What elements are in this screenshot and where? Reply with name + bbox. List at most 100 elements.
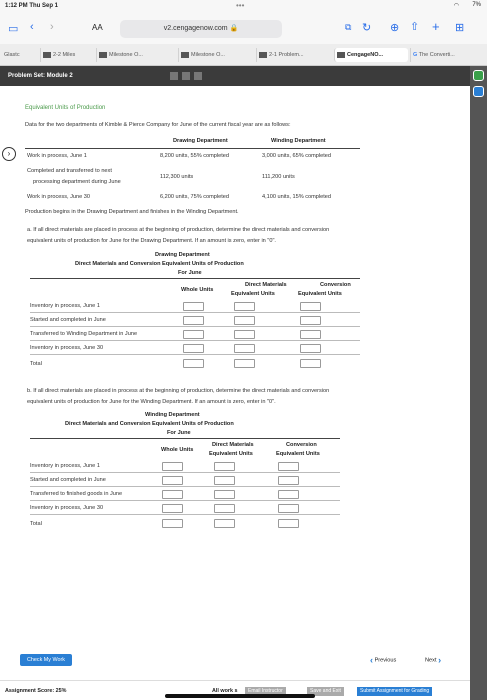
- b-dm-eu-input[interactable]: [214, 504, 235, 513]
- row-value: 111,200 units: [262, 174, 295, 180]
- assignment-score: Assignment Score: 25%: [5, 688, 67, 694]
- tab-cengagenow[interactable]: CengageNO...: [334, 48, 408, 62]
- tab-converter[interactable]: G The Converti...: [410, 48, 484, 62]
- previous-button[interactable]: ‹ Previous: [370, 655, 396, 665]
- help-icon[interactable]: [473, 86, 484, 97]
- divider: [30, 354, 360, 355]
- a-dm-eu-input[interactable]: [234, 302, 255, 311]
- next-button[interactable]: Next ›: [425, 655, 441, 665]
- part-a-question: a. If all direct materials are placed in…: [27, 227, 330, 233]
- b-whole-units-input[interactable]: [162, 490, 183, 499]
- new-tab-icon[interactable]: +: [432, 19, 440, 34]
- row-label-total: Total: [30, 521, 42, 527]
- a-conv-eu-input[interactable]: [300, 330, 321, 339]
- b-dm-eu-input[interactable]: [214, 490, 235, 499]
- a-conv-eu-input[interactable]: [300, 302, 321, 311]
- url-bar[interactable]: v2.cengagenow.com 🔒: [120, 20, 282, 38]
- browser-toolbar: ▭ ‹ › AA v2.cengagenow.com 🔒 ⧉ ↻ ⊕ ⇧ + ⊞: [0, 14, 487, 44]
- row-value: 4,100 units, 15% completed: [262, 194, 332, 200]
- col-winding: Winding Department: [271, 138, 326, 144]
- download-icon[interactable]: ⊕: [390, 21, 399, 34]
- b-conv-eu-input[interactable]: [278, 476, 299, 485]
- header-conv: Conversion: [286, 442, 317, 448]
- a-whole-units-input[interactable]: [183, 316, 204, 325]
- b-dm-eu-total-input[interactable]: [214, 519, 235, 528]
- a-conv-eu-input[interactable]: [300, 344, 321, 353]
- home-indicator: [165, 694, 315, 698]
- part-a-question-2: equivalent units of production for June …: [27, 238, 276, 244]
- divider: [30, 326, 360, 327]
- b-conv-eu-input[interactable]: [278, 490, 299, 499]
- reload-icon[interactable]: ↻: [362, 21, 371, 34]
- submit-assignment-button[interactable]: Submit Assignment for Grading: [357, 687, 433, 696]
- a-whole-units-total-input[interactable]: [183, 359, 204, 368]
- menu-icon[interactable]: [170, 72, 178, 80]
- tab-2-2-miles[interactable]: 2-2 Miles: [40, 48, 96, 62]
- back-icon[interactable]: ‹: [30, 21, 34, 33]
- tab-milestone-2[interactable]: Milestone O...: [178, 48, 256, 62]
- divider: [30, 486, 340, 487]
- b-conv-eu-total-input[interactable]: [278, 519, 299, 528]
- multitask-dots[interactable]: •••: [236, 1, 244, 10]
- row-label-total: Total: [30, 361, 42, 367]
- b-whole-units-input[interactable]: [162, 504, 183, 513]
- part-b-question: b. If all direct materials are placed in…: [27, 388, 330, 394]
- sidebar-icon[interactable]: ▭: [8, 22, 18, 35]
- tab-overview-icon[interactable]: ⊞: [455, 21, 464, 34]
- header-dm: Direct Materials: [212, 442, 254, 448]
- right-sidebar: [470, 66, 487, 700]
- a-conv-eu-total-input[interactable]: [300, 359, 321, 368]
- chevron-left-icon: ‹: [370, 655, 373, 665]
- tab-strip: Glastc 2-2 Miles Milestone O... Mileston…: [0, 44, 487, 66]
- page-icon: [259, 51, 267, 58]
- forward-icon[interactable]: ›: [50, 21, 54, 33]
- text-size-button[interactable]: AA: [92, 23, 103, 32]
- share-icon[interactable]: ⇧: [410, 20, 419, 33]
- part-a-subtitle: Direct Materials and Conversion Equivale…: [75, 261, 244, 267]
- b-whole-units-input[interactable]: [162, 476, 183, 485]
- a-dm-eu-total-input[interactable]: [234, 359, 255, 368]
- b-conv-eu-input[interactable]: [278, 462, 299, 471]
- divider: [30, 472, 340, 473]
- a-dm-eu-input[interactable]: [234, 344, 255, 353]
- battery-indicator: 7%: [472, 2, 481, 8]
- header-whole-units: Whole Units: [161, 447, 194, 453]
- production-note: Production begins in the Drawing Departm…: [25, 209, 239, 215]
- row-label: Transferred to Winding Department in Jun…: [30, 331, 138, 337]
- page-icon: [43, 51, 51, 58]
- part-b-title: Winding Department: [145, 412, 200, 418]
- row-label: Started and completed in June: [30, 477, 106, 483]
- a-whole-units-input[interactable]: [183, 302, 204, 311]
- b-dm-eu-input[interactable]: [214, 476, 235, 485]
- check-my-work-button[interactable]: Check My Work: [20, 654, 72, 666]
- page-icon: [337, 51, 345, 58]
- chevron-right-icon: ›: [438, 655, 442, 665]
- page-icon: [181, 51, 189, 58]
- reader-icon[interactable]: ⧉: [345, 22, 351, 33]
- clock: 1:12 PM Thu Sep 1: [5, 3, 59, 9]
- b-whole-units-input[interactable]: [162, 462, 183, 471]
- a-dm-eu-input[interactable]: [234, 330, 255, 339]
- a-whole-units-input[interactable]: [183, 330, 204, 339]
- row-value: 6,200 units, 75% completed: [160, 194, 230, 200]
- header-conv-eu: Equivalent Units: [298, 291, 342, 297]
- b-conv-eu-input[interactable]: [278, 504, 299, 513]
- b-dm-eu-input[interactable]: [214, 462, 235, 471]
- a-dm-eu-input[interactable]: [234, 316, 255, 325]
- tab-2-1-problem[interactable]: 2-1 Problem...: [256, 48, 334, 62]
- row-label: Work in process, June 1: [27, 153, 87, 159]
- divider: [30, 514, 340, 515]
- divider: [30, 340, 360, 341]
- bookmark-icon[interactable]: [182, 72, 190, 80]
- row-label: Inventory in process, June 30: [30, 345, 104, 351]
- a-whole-units-input[interactable]: [183, 344, 204, 353]
- tab-milestone-1[interactable]: Milestone O...: [96, 48, 178, 62]
- b-whole-units-total-input[interactable]: [162, 519, 183, 528]
- part-a-period: For June: [178, 270, 202, 276]
- lock-icon: 🔒: [229, 25, 239, 32]
- tab-glastc[interactable]: Glastc: [2, 48, 40, 62]
- tools-icon[interactable]: [473, 70, 484, 81]
- expand-icon[interactable]: [194, 72, 202, 80]
- a-conv-eu-input[interactable]: [300, 316, 321, 325]
- row-label: Completed and transferred to next: [27, 168, 112, 174]
